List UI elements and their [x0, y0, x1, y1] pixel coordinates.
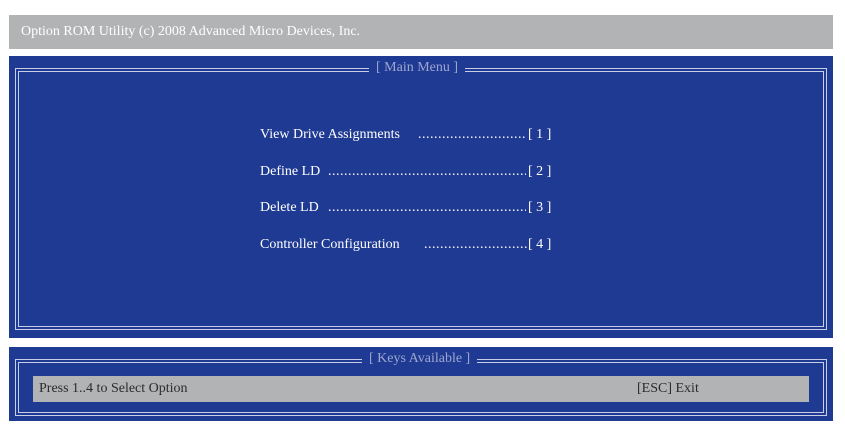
menu-item-label: View Drive Assignments	[260, 127, 400, 142]
keys-available-title: [ Keys Available ]	[362, 350, 478, 368]
option-rom-screen: Option ROM Utility (c) 2008 Advanced Mic…	[0, 0, 845, 430]
menu-item-delete-ld[interactable]: Delete LD ..............................…	[260, 200, 590, 218]
menu-item-label: Controller Configuration	[260, 237, 400, 252]
menu-item-label: Define LD	[260, 164, 321, 179]
dot-leader: ........................................…	[418, 127, 526, 142]
title-bar: Option ROM Utility (c) 2008 Advanced Mic…	[9, 15, 833, 49]
keys-hint-bar: Press 1..4 to Select Option [ESC] Exit	[33, 376, 809, 402]
keys-available-panel: [ Keys Available ] Press 1..4 to Select …	[9, 347, 833, 421]
menu-item-controller-configuration[interactable]: Controller Configuration ...............…	[260, 237, 590, 255]
esc-exit-hint: [ESC] Exit	[637, 381, 699, 396]
dot-leader: ........................................…	[424, 237, 528, 252]
menu-item-key: [ 4 ]	[528, 237, 552, 252]
dot-leader: ........................................…	[328, 200, 526, 215]
menu-item-key: [ 3 ]	[528, 200, 552, 215]
dot-leader: ........................................…	[328, 164, 526, 179]
select-option-hint: Press 1..4 to Select Option	[39, 381, 188, 396]
main-menu-border	[15, 68, 827, 330]
main-menu-title: [ Main Menu ]	[369, 59, 466, 77]
menu-item-key: [ 1 ]	[528, 127, 552, 142]
menu-item-key: [ 2 ]	[528, 164, 552, 179]
menu-item-define-ld[interactable]: Define LD ..............................…	[260, 164, 590, 182]
menu-item-label: Delete LD	[260, 200, 319, 215]
menu-item-view-drive-assignments[interactable]: View Drive Assignments .................…	[260, 127, 590, 145]
title-bar-text: Option ROM Utility (c) 2008 Advanced Mic…	[21, 24, 361, 39]
main-menu-panel: [ Main Menu ] View Drive Assignments ...…	[9, 56, 833, 338]
